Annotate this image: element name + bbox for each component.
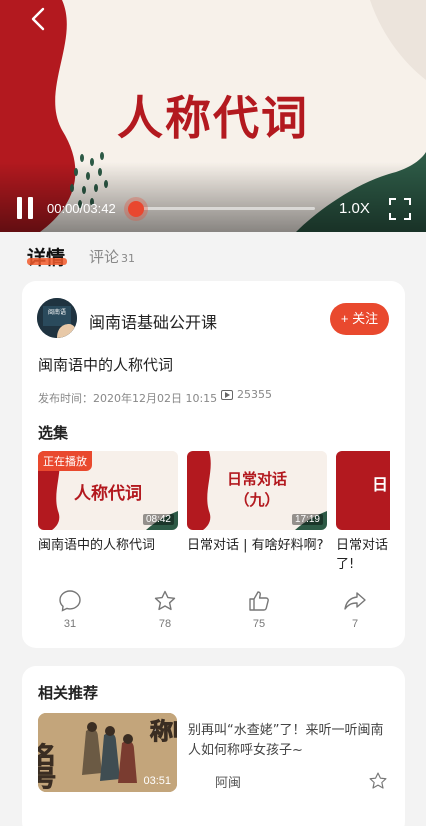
pause-icon[interactable] (15, 197, 35, 219)
episode-name: 日常对话了! (336, 538, 389, 572)
progress-knob[interactable] (128, 201, 144, 217)
episode-duration: 08:42 (142, 514, 174, 525)
fullscreen-icon[interactable] (389, 198, 411, 220)
video-detail-card: 闽南语 闽南语基础公开课 + 关注 闽南语中的人称代词 发布时间：2020年12… (22, 281, 405, 648)
tab-comments[interactable]: 评论 31 (89, 246, 135, 267)
current-time: 00:00 (47, 201, 80, 216)
episodes-heading: 选集 (38, 424, 69, 442)
episode-name: 日常对话 | 有啥好料啊? (187, 538, 324, 553)
recommend-thumb-right-text: 称呼 (150, 718, 177, 745)
tab-bar: 详情 评论31 (0, 232, 426, 282)
thumbs-up-icon (249, 591, 269, 611)
action-bar: 31 78 75 7 (22, 589, 405, 639)
tab-comments-count: 31 (121, 252, 136, 265)
player-controls: 00:00/03:42 1.0X (0, 192, 426, 226)
play-count: 25355 (221, 388, 272, 401)
recommend-thumbnail[interactable]: 名号 称呼 03:51 (38, 713, 177, 792)
back-arrow-icon[interactable] (26, 6, 52, 32)
episode-item[interactable]: 日常对话 （九） 17:19 日常对话 | 有啥好料啊? (187, 451, 327, 555)
playback-time: 00:00/03:42 (47, 201, 116, 216)
progress-track[interactable] (131, 207, 315, 210)
like-action[interactable]: 75 (239, 589, 279, 630)
share-count: 7 (351, 618, 359, 630)
episode-thumbnail: 日 (336, 451, 390, 530)
recommend-title[interactable]: 别再叫“水查姥”了！来听一听闽南人如何称呼女孩子~ (188, 721, 388, 761)
episode-name: 闽南语中的人称代词 (38, 538, 156, 553)
video-title: 闽南语中的人称代词 (38, 356, 174, 374)
favorite-count: 78 (158, 618, 172, 630)
like-count: 75 (252, 618, 266, 630)
video-player[interactable]: 人称代词 00:00/03:42 1.0X (0, 0, 426, 232)
episode-thumbnail: 人称代词 正在播放 08:42 (38, 451, 178, 530)
episode-item[interactable]: 人称代词 正在播放 08:42 闽南语中的人称代词 (38, 451, 178, 555)
total-duration: 03:42 (83, 201, 116, 216)
episode-item[interactable]: 日 日常对话了! (336, 451, 390, 574)
episode-thumb-subtitle: （九） (234, 491, 280, 509)
recommend-source: 阿闽 (215, 776, 242, 791)
speed-button[interactable]: 1.0X (339, 200, 370, 217)
comment-count: 31 (63, 618, 77, 630)
recommend-thumb-left-text: 名号 (38, 742, 56, 790)
channel-name[interactable]: 闽南语基础公开课 (89, 309, 217, 333)
recommend-card: 相关推荐 名号 称呼 03:51 别再叫“水查姥”了！来听一听闽南人如何称呼女孩… (22, 666, 405, 826)
share-icon (344, 592, 366, 610)
video-title-overlay: 人称代词 (117, 91, 309, 145)
publish-time: 发布时间：2020年12月02日 10:15 (38, 392, 218, 405)
play-count-value: 25355 (237, 388, 272, 401)
follow-button[interactable]: + 关注 (330, 303, 389, 335)
episode-list: 人称代词 正在播放 08:42 闽南语中的人称代词 日常对话 （九） 17:19… (38, 451, 390, 586)
episode-thumb-title: 人称代词 (74, 484, 142, 504)
episode-thumbnail: 日常对话 （九） 17:19 (187, 451, 327, 530)
avatar-image: 闽南语 (37, 298, 77, 338)
tab-detail[interactable]: 详情 (27, 243, 65, 270)
favorite-action[interactable]: 78 (145, 589, 185, 630)
play-count-icon (221, 389, 233, 400)
avatar-text: 闽南语 (48, 308, 66, 316)
comment-action[interactable]: 31 (50, 589, 90, 630)
comment-icon (59, 590, 81, 612)
episode-duration: 17:19 (291, 514, 323, 525)
episode-thumb-title: 日常对话 (226, 470, 287, 488)
tab-comments-label: 评论 (89, 248, 120, 266)
share-action[interactable]: 7 (335, 589, 375, 630)
tab-active-indicator (27, 258, 67, 265)
recommend-duration: 03:51 (143, 775, 171, 787)
recommend-heading: 相关推荐 (38, 684, 99, 702)
recommend-favorite-icon[interactable] (368, 771, 388, 791)
episode-thumb-title: 日 (372, 475, 389, 494)
channel-avatar[interactable]: 闽南语 (37, 298, 77, 338)
now-playing-badge: 正在播放 (38, 451, 92, 471)
star-icon (154, 590, 176, 611)
